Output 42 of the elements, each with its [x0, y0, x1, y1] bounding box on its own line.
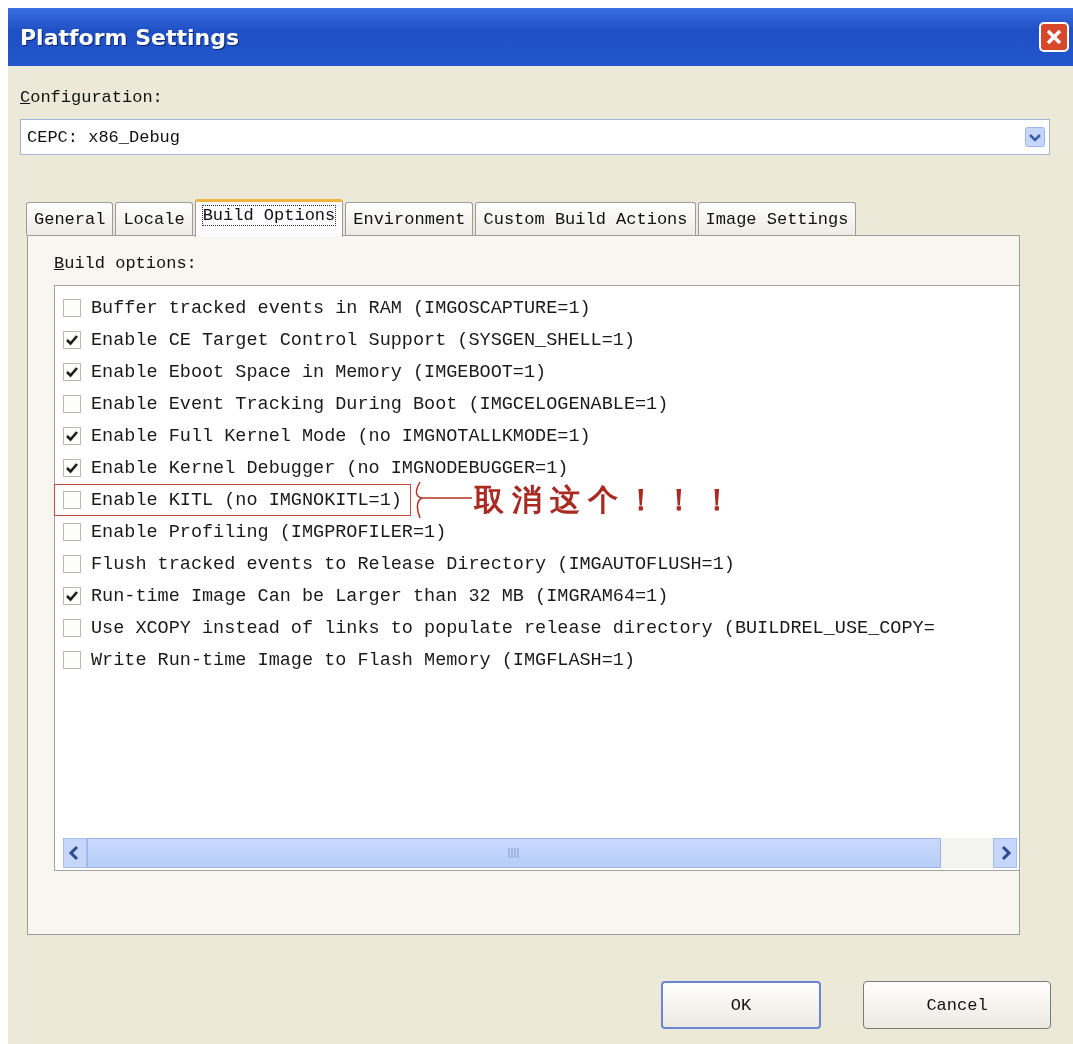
option-label: Enable Kernel Debugger (no IMGNODEBUGGER=1) [91, 457, 569, 479]
option-label: Run-time Image Can be Larger than 32 MB (IMGRAM64=1) [91, 585, 669, 607]
checkbox[interactable] [63, 427, 81, 445]
window-title: Platform Settings [20, 24, 239, 50]
checkbox[interactable] [63, 619, 81, 637]
checkbox[interactable] [63, 299, 81, 317]
option-label: Buffer tracked events in RAM (IMGOSCAPTURE=1) [91, 297, 591, 319]
option-label: Write Run-time Image to Flash Memory (IMGFLASH=1) [91, 649, 635, 671]
checkbox[interactable] [63, 491, 81, 509]
checkbox[interactable] [63, 395, 81, 413]
scroll-left-icon[interactable] [63, 838, 87, 868]
leader-line [413, 480, 474, 520]
configuration-label: Configuration: [20, 88, 163, 107]
configuration-dropdown[interactable]: CEPC: x86_Debug [20, 119, 1050, 155]
option-label: Enable Event Tracking During Boot (IMGCELOGENABLE=1) [91, 393, 669, 415]
tab[interactable]: Environment [345, 202, 474, 235]
checkbox[interactable] [63, 459, 81, 477]
checkbox[interactable] [63, 555, 81, 573]
tab[interactable]: Custom Build Actions [475, 202, 696, 235]
ok-button[interactable]: OK [661, 981, 821, 1029]
tab[interactable]: Locale [115, 202, 193, 235]
option-label: Enable CE Target Control Support (SYSGEN_SHELL=1) [91, 329, 635, 351]
option-label: Enable KITL (no IMGNOKITL=1) [91, 489, 402, 511]
annotation-text: 取消这个！！！ [473, 480, 740, 519]
scroll-right-icon[interactable] [993, 838, 1017, 868]
option-label: Enable Eboot Space in Memory (IMGEBOOT=1) [91, 361, 547, 383]
checkbox[interactable] [63, 523, 81, 541]
checkbox[interactable] [63, 363, 81, 381]
tab[interactable]: Build Options [194, 199, 344, 237]
checkbox[interactable] [63, 651, 81, 669]
cancel-button[interactable]: Cancel [863, 981, 1051, 1029]
close-icon[interactable] [1039, 22, 1069, 52]
checkbox[interactable] [63, 587, 81, 605]
build-options-label: Build options: [54, 254, 197, 273]
tab[interactable]: General [26, 202, 114, 235]
option-label: Enable Profiling (IMGPROFILER=1) [91, 521, 447, 543]
tab[interactable]: Image Settings [697, 202, 857, 235]
option-label: Enable Full Kernel Mode (no IMGNOTALLKMODE=1) [91, 425, 591, 447]
checkbox[interactable] [63, 331, 81, 349]
option-label: Use XCOPY instead of links to populate release directory (BUILDREL_USE_COPY= [91, 617, 935, 639]
option-label: Flush tracked events to Release Directory (IMGAUTOFLUSH=1) [91, 553, 735, 575]
grip-icon [508, 848, 520, 858]
